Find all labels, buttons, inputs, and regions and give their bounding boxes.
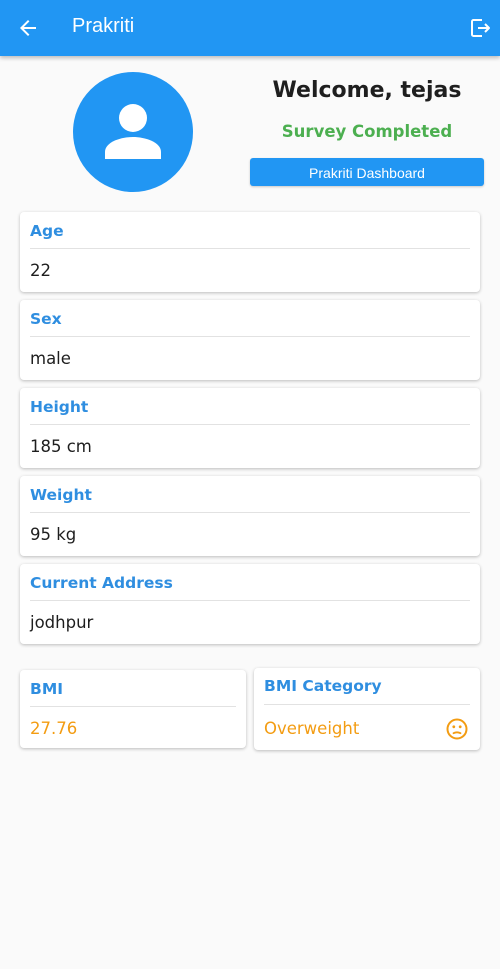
- logout-icon[interactable]: [468, 16, 492, 40]
- divider: [30, 336, 470, 337]
- card-value: jodhpur: [30, 613, 94, 632]
- card-label: Current Address: [30, 574, 173, 592]
- divider: [264, 704, 470, 705]
- avatar: [73, 72, 193, 192]
- bmi-category-card: BMI Category Overweight: [254, 668, 480, 750]
- card-label: Age: [30, 222, 64, 240]
- address-card: Current Address jodhpur: [20, 564, 480, 644]
- card-value: 22: [30, 261, 51, 280]
- app-bar: Prakriti: [0, 0, 500, 56]
- arrow-left-icon[interactable]: [16, 16, 40, 40]
- card-value: male: [30, 349, 71, 368]
- bmi-card: BMI 27.76: [20, 670, 246, 748]
- divider: [30, 248, 470, 249]
- age-card: Age 22: [20, 212, 480, 292]
- sex-card: Sex male: [20, 300, 480, 380]
- card-value: 95 kg: [30, 525, 77, 544]
- neutral-face-icon: [446, 718, 468, 740]
- prakriti-dashboard-button[interactable]: Prakriti Dashboard: [250, 158, 484, 186]
- person-icon: [105, 104, 161, 159]
- card-label: Weight: [30, 486, 92, 504]
- divider: [30, 706, 236, 707]
- bmi-value: 27.76: [30, 719, 78, 738]
- bmi-category-label: BMI Category: [264, 677, 382, 695]
- divider: [30, 600, 470, 601]
- welcome-text: Welcome, tejas: [272, 78, 462, 103]
- bmi-label: BMI: [30, 680, 64, 698]
- card-value: 185 cm: [30, 437, 92, 456]
- app-title: Prakriti: [72, 15, 135, 37]
- weight-card: Weight 95 kg: [20, 476, 480, 556]
- divider: [30, 512, 470, 513]
- card-label: Sex: [30, 310, 62, 328]
- height-card: Height 185 cm: [20, 388, 480, 468]
- card-label: Height: [30, 398, 89, 416]
- bmi-category-value: Overweight: [264, 719, 360, 738]
- survey-status: Survey Completed: [281, 122, 453, 141]
- divider: [30, 424, 470, 425]
